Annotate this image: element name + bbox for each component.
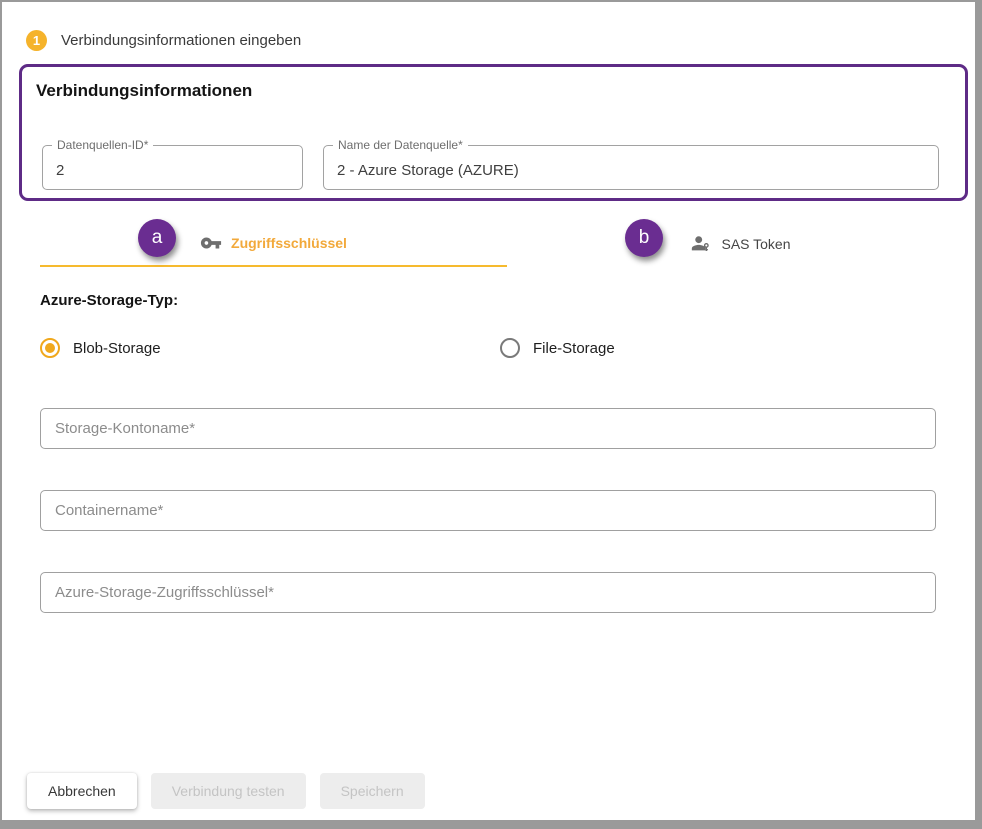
datasource-name-label: Name der Datenquelle* <box>333 138 468 152</box>
footer-button-row: Abbrechen Verbindung testen Speichern <box>27 773 425 809</box>
tab-zugriffsschluessel[interactable]: Zugriffsschlüssel <box>40 220 507 267</box>
radio-selected-icon <box>40 338 60 358</box>
datasource-id-label: Datenquellen-ID* <box>52 138 153 152</box>
save-button[interactable]: Speichern <box>320 773 425 809</box>
container-name-input[interactable] <box>40 490 936 531</box>
tab-sas-token-label: SAS Token <box>721 236 790 252</box>
storage-type-label: Azure-Storage-Typ: <box>40 292 178 309</box>
tab-zugriffsschluessel-label: Zugriffsschlüssel <box>231 235 347 251</box>
step-indicator: 1 Verbindungsinformationen eingeben <box>26 30 301 51</box>
radio-unselected-icon <box>500 338 520 358</box>
datasource-name-field: Name der Datenquelle* <box>323 145 939 190</box>
datasource-id-input[interactable] <box>43 146 302 189</box>
annotation-badge-b: b <box>625 219 663 257</box>
person-key-icon <box>690 233 712 255</box>
cancel-button[interactable]: Abbrechen <box>27 773 137 809</box>
storage-account-name-input[interactable] <box>40 408 936 449</box>
datasource-id-field: Datenquellen-ID* <box>42 145 303 190</box>
datasource-name-input[interactable] <box>324 146 938 189</box>
connection-fields-row: Datenquellen-ID* Name der Datenquelle* <box>42 145 939 190</box>
auth-tabs: Zugriffsschlüssel SAS Token <box>40 220 974 267</box>
radio-file-storage[interactable]: File-Storage <box>500 338 615 358</box>
annotation-badge-a: a <box>138 219 176 257</box>
test-connection-button[interactable]: Verbindung testen <box>151 773 306 809</box>
key-icon <box>200 232 222 254</box>
connection-info-title: Verbindungsinformationen <box>36 81 965 101</box>
connection-info-box: Verbindungsinformationen Datenquellen-ID… <box>19 64 968 201</box>
step-label: Verbindungsinformationen eingeben <box>61 32 301 49</box>
radio-blob-storage[interactable]: Blob-Storage <box>40 338 161 358</box>
azure-storage-access-key-input[interactable] <box>40 572 936 613</box>
step-number-badge: 1 <box>26 30 47 51</box>
tab-sas-token[interactable]: SAS Token <box>507 220 974 267</box>
radio-file-storage-label: File-Storage <box>533 340 615 357</box>
radio-blob-storage-label: Blob-Storage <box>73 340 161 357</box>
dialog-window: 1 Verbindungsinformationen eingeben Verb… <box>0 0 982 829</box>
